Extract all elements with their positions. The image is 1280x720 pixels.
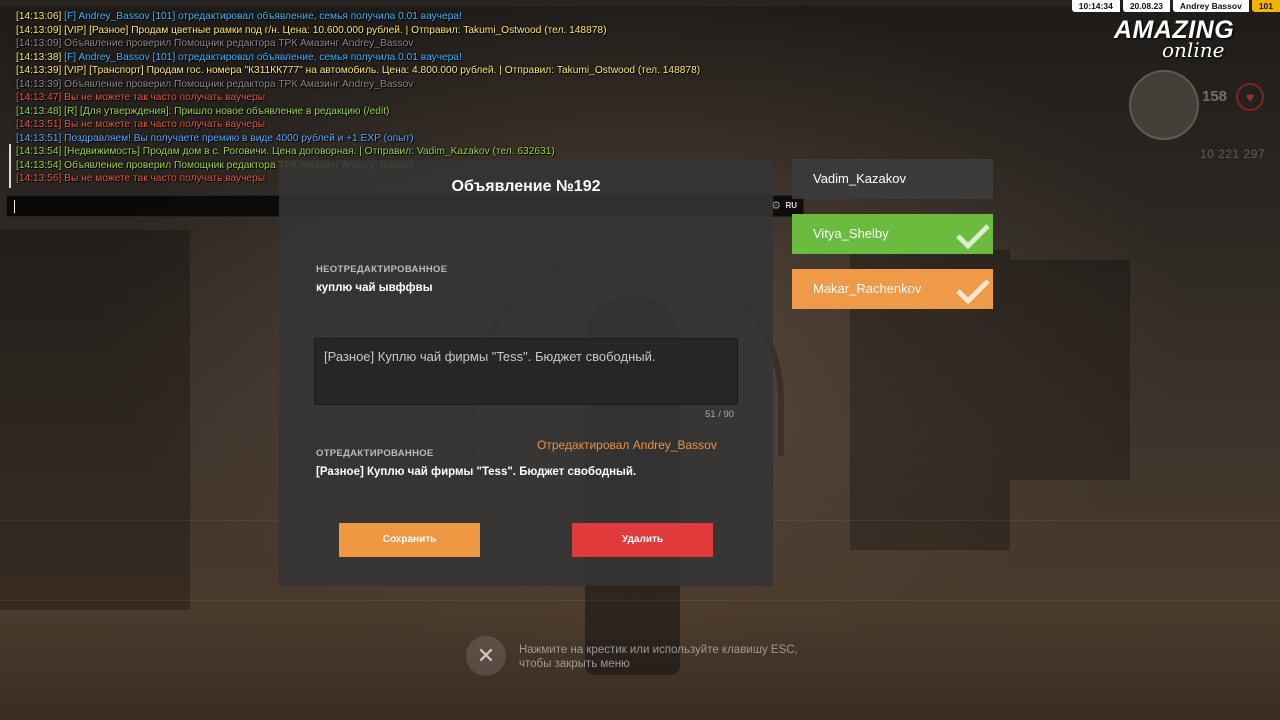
checkmark-icon [956,279,990,305]
chat-line: [14:13:39] [VIP] [Транспорт] Продам гос.… [16,64,836,78]
chat-line: [14:13:51] Поздравляем! Вы получаете пре… [16,132,836,146]
original-label: НЕОТРЕДАКТИРОВАННОЕ [316,264,448,275]
edited-text: [Разное] Куплю чай фирмы "Tess". Бюджет … [316,466,637,478]
chat-message: Объявление проверил Помощник редактора Т… [64,38,414,49]
chat-message: Поздравляем! Вы получаете премию в виде … [64,132,414,144]
char-counter: 51 / 90 [705,409,735,420]
chat-message: Вы не можете так часто получать ваучеры [64,92,266,103]
chat-line: [14:13:39] Объявление проверил Помощник … [16,78,836,92]
minimap [1129,70,1199,140]
chat-line: [14:13:06] [F] Andrey_Bassov [101] отред… [16,10,836,24]
chat-timestamp: [14:13:39] [16,65,62,76]
original-text: куплю чай ывффвы [316,282,433,294]
chat-line: [14:13:09] Объявление проверил Помощник … [16,37,836,51]
checkmark-icon [956,224,990,250]
edited-label: ОТРЕДАКТИРОВАННОЕ [316,448,434,459]
ad-author-name: Vadim_Kazakov [813,171,906,186]
close-icon[interactable]: ✕ [466,636,506,676]
ad-edit-dialog: Объявление №192 НЕОТРЕДАКТИРОВАННОЕ купл… [279,160,773,586]
chat-line: [14:13:09] [VIP] [Разное] Продам цветные… [16,24,836,38]
money-value: 10 221 297 [1200,147,1266,161]
chat-timestamp: [14:13:39] [16,78,62,90]
chat-message: Вы не можете так часто получать ваучеры [64,173,266,184]
chat-timestamp: [14:13:51] [16,132,62,144]
chat-line: [14:13:51] Вы не можете так часто получа… [16,118,836,132]
chat-line: [14:13:47] Вы не можете так часто получа… [16,91,836,105]
chat-line: [14:13:38] [F] Andrey_Bassov [101] отред… [16,51,836,65]
chat-timestamp: [14:13:06] [16,11,62,22]
edited-by-label: Отредактировал Andrey_Bassov [537,438,717,452]
hud-player-name: Andrey Bassov [1172,0,1249,12]
hud-date: 20.08.23 [1122,0,1170,12]
ad-edit-value: [Разное] Куплю чай фирмы "Tess". Бюджет … [324,349,656,364]
chat-scroll-indicator [9,144,11,188]
input-language[interactable]: RU [785,201,797,210]
text-cursor [14,200,15,213]
chat-timestamp: [14:13:09] [16,24,62,36]
chat-message: [R] [Для утверждения]: Пришло новое объя… [64,105,390,117]
ad-author-name: Makar_Rachenkov [813,281,922,296]
hud-level-badge: 101 [1251,0,1280,12]
ad-author-name: Vitya_Shelby [813,226,889,241]
chat-timestamp: [14:13:51] [16,119,62,130]
ad-author-item[interactable]: Vadim_Kazakov [792,159,993,199]
chat-timestamp: [14:13:09] [16,38,62,49]
chat-timestamp: [14:13:56] [16,173,62,184]
chat-timestamp: [14:13:54] [16,146,62,157]
chat-message: [F] Andrey_Bassov [101] отредактировал о… [64,51,462,63]
ad-author-item[interactable]: Vitya_Shelby [792,214,993,254]
hud-time: 10:14:34 [1071,0,1120,12]
chat-message: Вы не можете так часто получать ваучеры [64,119,266,130]
health-value: 158 [1202,88,1228,105]
chat-timestamp: [14:13:48] [16,105,62,117]
chat-line: [14:13:54] [Недвижимость] Продам дом в с… [16,145,836,159]
chat-message: [VIP] [Разное] Продам цветные рамки под … [64,24,607,36]
chat-line: [14:13:48] [R] [Для утверждения]: Пришло… [16,105,836,119]
hud-top-bar: 10:14:34 20.08.23 Andrey Bassov 101 [1069,0,1280,12]
close-hint-text: Нажмите на крестик или используйте клави… [519,644,798,670]
heart-icon: ♥ [1236,83,1264,111]
dialog-title: Объявление №192 [451,178,601,195]
save-button[interactable]: Сохранить [339,523,480,557]
chat-message: [VIP] [Транспорт] Продам гос. номера "К3… [64,65,701,76]
chat-timestamp: [14:13:38] [16,51,62,63]
chat-message: Объявление проверил Помощник редактора Т… [64,78,414,90]
chat-message: [Недвижимость] Продам дом в с. Роговичи.… [64,146,555,157]
chat-timestamp: [14:13:54] [16,159,62,171]
ad-edit-textarea[interactable]: [Разное] Куплю чай фирмы "Tess". Бюджет … [314,338,738,405]
chat-message: [F] Andrey_Bassov [101] отредактировал о… [64,11,462,22]
ad-author-item[interactable]: Makar_Rachenkov [792,269,993,309]
amazing-online-logo: AMAZING online [1114,16,1235,62]
delete-button[interactable]: Удалить [572,523,713,557]
chat-timestamp: [14:13:47] [16,92,62,103]
